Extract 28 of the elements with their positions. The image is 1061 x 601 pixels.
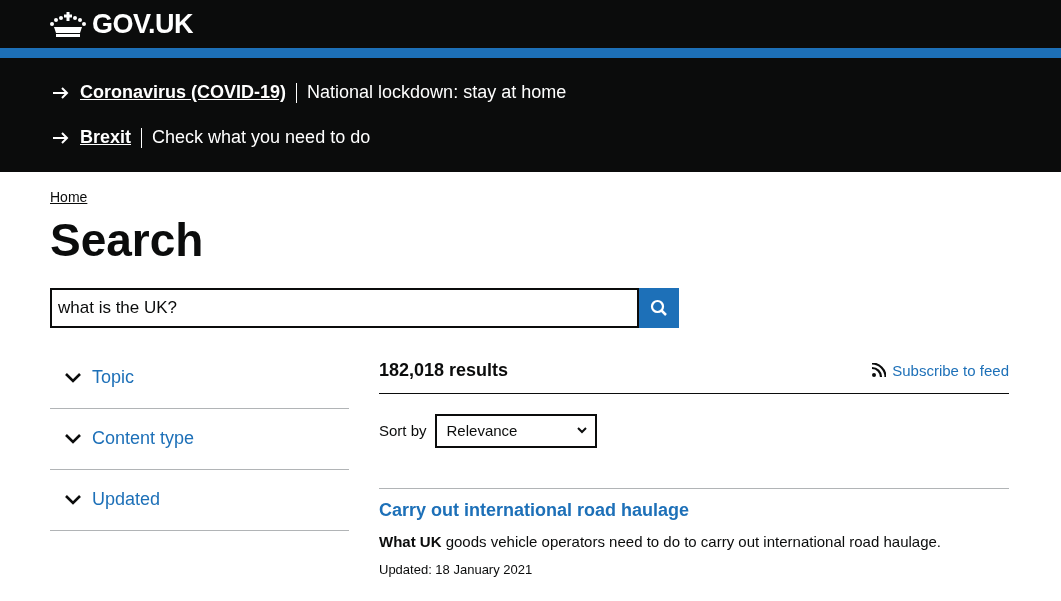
- sort-label: Sort by: [379, 422, 427, 440]
- result-updated-date: Updated: 18 January 2021: [379, 561, 534, 577]
- facet-toggle[interactable]: Content type: [50, 408, 349, 470]
- banner-link[interactable]: Brexit: [80, 127, 132, 148]
- crown-icon: [50, 11, 86, 37]
- chevron-down-icon: [65, 372, 81, 383]
- page-title: Search: [50, 215, 205, 266]
- facet-toggle[interactable]: Updated: [50, 469, 349, 531]
- banner-link[interactable]: Coronavirus (COVID-19): [80, 82, 287, 103]
- results-count: 182,018 results: [379, 359, 509, 381]
- facet-toggle[interactable]: Topic: [50, 347, 349, 409]
- sort-dropdown[interactable]: Relevance: [434, 413, 597, 448]
- chevron-down-icon: [65, 433, 81, 444]
- breadcrumb-link[interactable]: Home: [50, 189, 88, 205]
- rss-icon: [872, 363, 887, 378]
- banner-text: Check what you need to do: [152, 127, 371, 148]
- arrow-right-icon: [53, 131, 69, 144]
- logo-text[interactable]: GOV.UK: [92, 8, 194, 40]
- search-button[interactable]: [639, 287, 679, 328]
- chevron-down-icon: [65, 494, 81, 505]
- subscribe-link[interactable]: Subscribe to feed: [872, 361, 1009, 379]
- search-icon: [650, 298, 668, 317]
- search-field[interactable]: what is the UK?: [50, 287, 639, 328]
- result-description: What UK goods vehicle operators need to do to carry out international road haulage.: [379, 532, 942, 550]
- banner-text: National lockdown: stay at home: [307, 82, 567, 103]
- chevron-down-icon: [576, 427, 587, 435]
- result-link[interactable]: Carry out international road haulage: [379, 499, 690, 521]
- arrow-right-icon: [53, 86, 69, 99]
